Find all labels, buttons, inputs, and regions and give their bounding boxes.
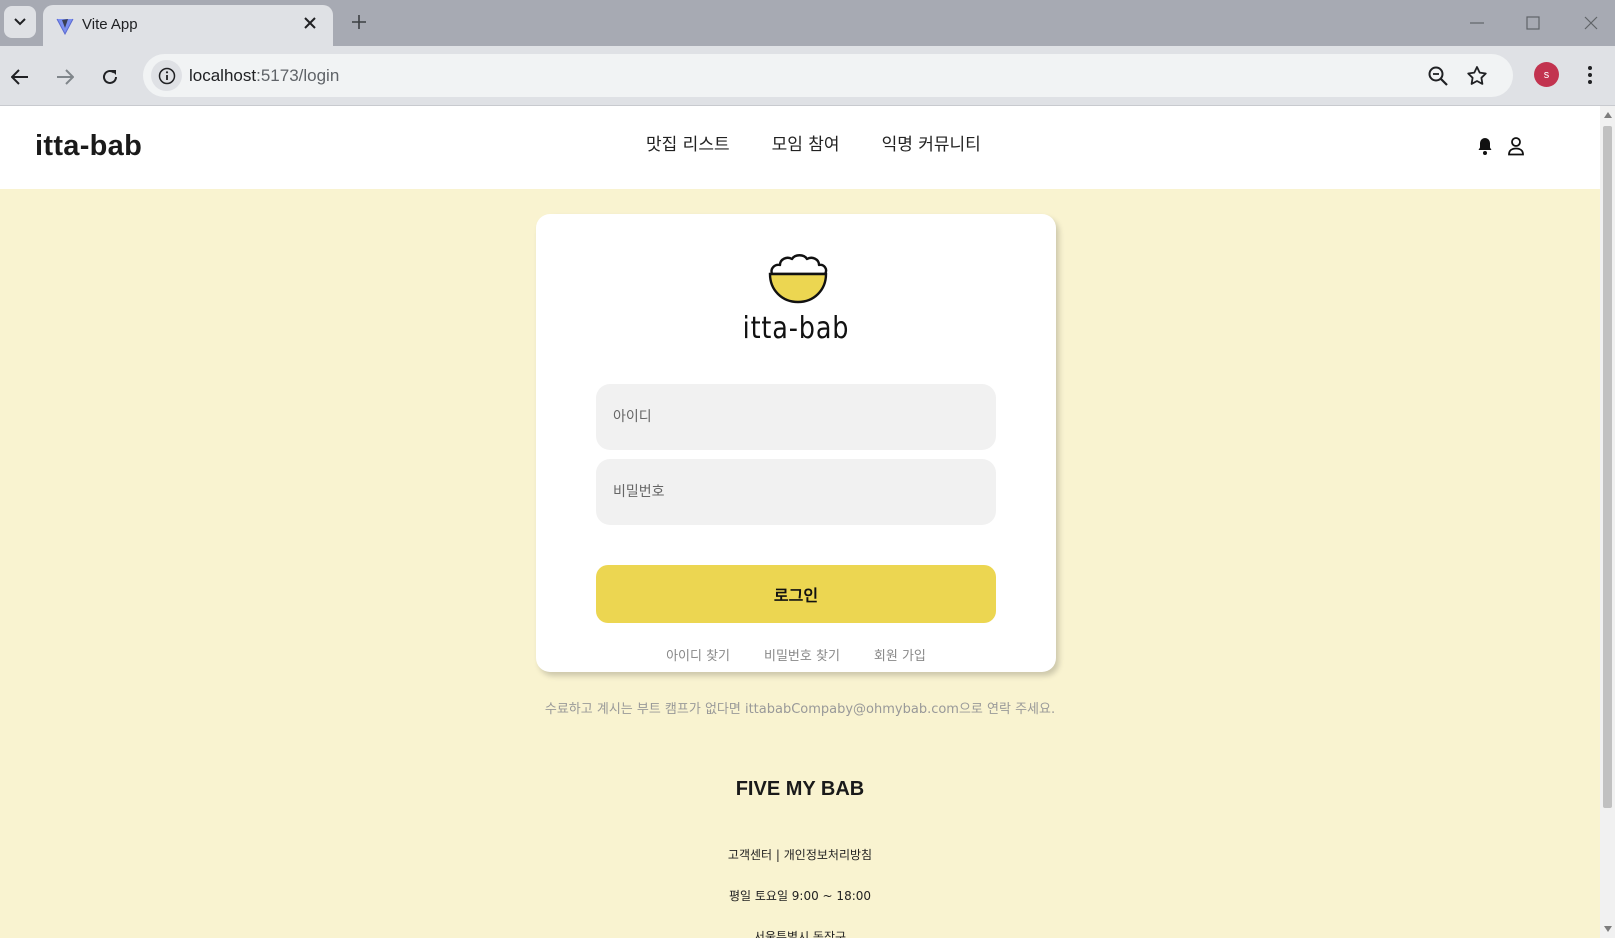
browser-toolbar: localhost:5173/login (0, 46, 1615, 106)
maximize-icon[interactable] (1520, 10, 1546, 36)
nav-meetup-join[interactable]: 모임 참여 (772, 130, 840, 155)
zoom-icon[interactable] (1426, 64, 1450, 88)
footer-links[interactable]: 고객센터 | 개인정보처리방침 (0, 846, 1600, 863)
browser-tab[interactable]: Vite App (43, 5, 333, 46)
site-header: itta-bab 맛집 리스트 모임 참여 익명 커뮤니티 (0, 106, 1600, 189)
address-bar[interactable]: localhost:5173/login (143, 54, 1513, 97)
rice-bowl-logo-icon (768, 254, 828, 304)
scroll-thumb[interactable] (1603, 126, 1612, 808)
page-scrollbar[interactable] (1600, 106, 1615, 938)
tab-list-chevron-icon[interactable] (4, 6, 36, 38)
scroll-down-arrow-icon[interactable] (1604, 926, 1612, 932)
vite-favicon-icon (56, 18, 74, 35)
profile-avatar[interactable]: s (1534, 62, 1559, 87)
nav-restaurant-list[interactable]: 맛집 리스트 (646, 130, 730, 155)
site-brand[interactable]: itta-bab (35, 130, 142, 163)
nav-anonymous-community[interactable]: 익명 커뮤니티 (882, 130, 981, 155)
browser-tab-bar: Vite App (0, 0, 1615, 46)
footer-title: FIVE MY BAB (735, 778, 865, 800)
tab-title: Vite App (82, 16, 138, 33)
site-info-icon[interactable] (151, 60, 182, 91)
contact-note: 수료하고 계시는 부트 캠프가 없다면 ittababCompaby@ohmyb… (544, 702, 1056, 717)
new-tab-plus-icon[interactable] (347, 8, 371, 36)
reload-icon[interactable] (96, 63, 124, 91)
user-icon[interactable] (1507, 136, 1525, 156)
password-input[interactable] (596, 459, 996, 525)
scroll-up-arrow-icon[interactable] (1604, 112, 1612, 118)
signup-link[interactable]: 회원 가입 (874, 645, 926, 664)
page-viewport: itta-bab 맛집 리스트 모임 참여 익명 커뮤니티 itta-bab 로… (0, 106, 1600, 938)
login-card: itta-bab 로그인 아이디 찾기 비밀번호 찾기 회원 가입 (536, 214, 1056, 672)
close-tab-icon[interactable] (298, 11, 322, 35)
bookmark-star-icon[interactable] (1465, 64, 1489, 88)
bell-icon[interactable] (1476, 136, 1494, 156)
url-text: localhost:5173/login (189, 66, 340, 85)
card-logo-text: itta-bab (742, 311, 850, 346)
main-nav: 맛집 리스트 모임 참여 익명 커뮤니티 (646, 130, 981, 155)
id-input[interactable] (596, 384, 996, 450)
find-id-link[interactable]: 아이디 찾기 (666, 645, 730, 664)
forward-arrow-icon[interactable] (51, 63, 79, 91)
account-links: 아이디 찾기 비밀번호 찾기 회원 가입 (536, 645, 1056, 664)
login-button[interactable]: 로그인 (596, 565, 996, 623)
window-close-icon[interactable] (1578, 10, 1604, 36)
minimize-icon[interactable] (1464, 10, 1490, 36)
browser-menu-icon[interactable] (1580, 62, 1600, 88)
back-arrow-icon[interactable] (6, 63, 34, 91)
find-password-link[interactable]: 비밀번호 찾기 (764, 645, 840, 664)
footer-address: 서울특별시 동작구 (753, 930, 847, 938)
footer-hours: 평일 토요일 9:00 ~ 18:00 (728, 889, 872, 903)
